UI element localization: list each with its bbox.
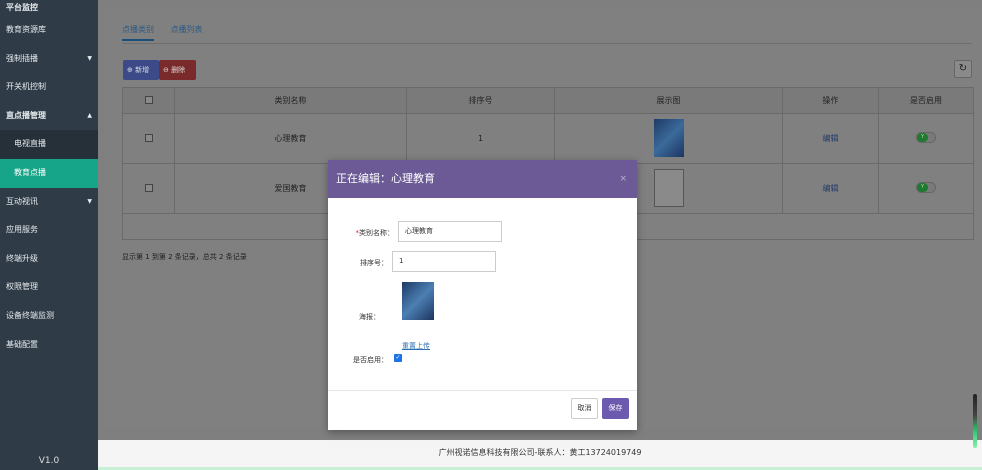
sidebar-item-label: 电视直播 [14, 139, 46, 149]
row-select-cell [122, 163, 175, 214]
sidebar: 平台监控 教育资源库 强制插播 ▼ 开关机控制 直点播管理 ▲ 电视直播 教育点播 … [0, 0, 98, 470]
header-image: 展示图 [554, 87, 783, 114]
sidebar-item-tv-live[interactable]: 电视直播 [0, 130, 98, 159]
footer: 广州视诺信息科技有限公司-联系人：黄工13724019749 [98, 440, 982, 470]
sidebar-item-label: 直点播管理 [6, 110, 46, 120]
save-button[interactable]: 保存 [602, 398, 629, 419]
row-image-cell [554, 113, 783, 164]
tab-bar: 点播类别 点播列表 [122, 24, 217, 44]
sidebar-item-label: 设备终端监测 [6, 310, 54, 320]
plus-icon: ⊕ [127, 66, 133, 74]
sidebar-item-permission[interactable]: 权限管理 [0, 273, 98, 302]
name-input[interactable]: 心理教育 [398, 221, 502, 242]
sidebar-item-base-config[interactable]: 基础配置 [0, 331, 98, 360]
tab-divider [122, 43, 972, 44]
toggle-knob: Y [917, 133, 928, 142]
broken-image-icon [653, 168, 684, 207]
enabled-checkbox[interactable]: ✓ [394, 354, 402, 362]
row-select-cell [122, 113, 175, 164]
row-action-cell: 编辑 [782, 113, 879, 164]
sidebar-item-live-vod[interactable]: 直点播管理 ▲ [0, 102, 98, 131]
sidebar-item-force-insert[interactable]: 强制插播 ▼ [0, 45, 98, 74]
sidebar-item-label: 终端升级 [6, 253, 38, 263]
sidebar-item-edu-resource[interactable]: 教育资源库 [0, 16, 98, 45]
sidebar-item-app-service[interactable]: 应用服务 [0, 216, 98, 245]
modal-header: 正在编辑：心理教育 × [328, 160, 637, 198]
edit-link[interactable]: 编辑 [823, 134, 839, 143]
edit-category-modal: 正在编辑：心理教育 × *类别名称： 心理教育 排序号： 1 海报： 重置上传 … [328, 160, 637, 430]
cancel-button[interactable]: 取消 [571, 398, 598, 419]
sidebar-item-label: 互动视讯 [6, 196, 38, 206]
chevron-up-icon: ▲ [87, 111, 92, 119]
row-enabled-cell: Y [878, 163, 974, 214]
add-button[interactable]: ⊕ 新增 [123, 60, 159, 80]
table-row: 心理教育 1 编辑 Y [122, 113, 974, 164]
tab-vod-list[interactable]: 点播列表 [171, 24, 203, 39]
sidebar-item-interactive[interactable]: 互动视讯 ▼ [0, 188, 98, 217]
edit-link[interactable]: 编辑 [823, 184, 839, 193]
sidebar-item-label: 权限管理 [6, 282, 38, 292]
sidebar-item-label: 教育点播 [14, 167, 46, 177]
row-checkbox[interactable] [144, 133, 153, 142]
toggle-knob: Y [917, 183, 928, 192]
row-name: 心理教育 [174, 113, 407, 164]
refresh-icon: ↻ [958, 63, 968, 74]
enabled-toggle[interactable]: Y [916, 132, 936, 143]
sidebar-item-label: 教育资源库 [6, 25, 46, 34]
sidebar-item-label: 应用服务 [6, 225, 38, 235]
row-order: 1 [406, 113, 555, 164]
version-label: V1.0 [38, 456, 60, 466]
order-input[interactable]: 1 [392, 251, 496, 272]
close-icon[interactable]: × [619, 160, 627, 198]
header-enabled: 是否启用 [878, 87, 974, 114]
header-action: 操作 [782, 87, 879, 114]
modal-footer: 取消 保存 [328, 390, 637, 430]
delete-button[interactable]: ⊖ 删除 [159, 60, 196, 80]
modal-body: *类别名称： 心理教育 排序号： 1 海报： 重置上传 是否启用： ✓ [328, 198, 637, 390]
name-field-label: *类别名称： [342, 228, 395, 238]
sidebar-item-label: 基础配置 [6, 339, 38, 349]
add-button-label: 新增 [135, 66, 150, 74]
chevron-down-icon: ▼ [87, 54, 92, 62]
sidebar-item-label: 开关机控制 [6, 82, 46, 92]
thumbnail-image [653, 118, 684, 157]
enabled-toggle[interactable]: Y [916, 182, 936, 193]
sidebar-item-device-monitor[interactable]: 设备终端监测 [0, 302, 98, 331]
reupload-link[interactable]: 重置上传 [402, 341, 430, 351]
minus-icon: ⊖ [163, 66, 169, 74]
chevron-down-icon: ▼ [87, 197, 92, 205]
poster-image [402, 282, 434, 320]
modal-title: 正在编辑：心理教育 [336, 172, 435, 185]
header-select-all[interactable] [122, 87, 175, 114]
poster-field-label: 海报： [359, 313, 380, 321]
sidebar-item-upgrade[interactable]: 终端升级 [0, 245, 98, 274]
sidebar-item-power-control[interactable]: 开关机控制 [0, 73, 98, 102]
refresh-button[interactable]: ↻ [954, 60, 972, 78]
name-label-text: 类别名称： [359, 229, 394, 237]
header-category-name: 类别名称 [174, 87, 407, 114]
tab-vod-category[interactable]: 点播类别 [122, 24, 154, 41]
select-all-checkbox[interactable] [144, 95, 153, 104]
pagination-summary: 显示第 1 到第 2 条记录，总共 2 条记录 [122, 253, 247, 261]
row-enabled-cell: Y [878, 113, 974, 164]
row-checkbox[interactable] [144, 183, 153, 192]
scroll-indicator[interactable] [973, 394, 977, 448]
sidebar-item-edu-vod[interactable]: 教育点播 [0, 158, 98, 188]
delete-button-label: 删除 [171, 66, 186, 74]
sidebar-item-label: 强制插播 [6, 53, 38, 63]
footer-text: 广州视诺信息科技有限公司-联系人：黄工13724019749 [438, 448, 642, 457]
sidebar-item-label: 平台监控 [6, 3, 38, 12]
sidebar-item-platform-monitor[interactable]: 平台监控 [0, 0, 98, 16]
row-action-cell: 编辑 [782, 163, 879, 214]
table-header-row: 类别名称 排序号 展示图 操作 是否启用 [122, 87, 974, 114]
enabled-field-label: 是否启用： [353, 356, 388, 364]
header-order: 排序号 [406, 87, 555, 114]
order-field-label: 排序号： [360, 259, 388, 267]
